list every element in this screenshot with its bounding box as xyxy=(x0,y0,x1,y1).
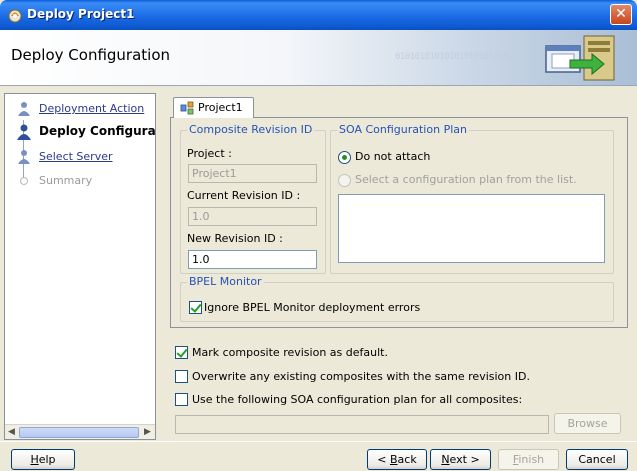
use-plan-checkbox[interactable] xyxy=(175,393,188,406)
project-label: Project : xyxy=(187,147,232,160)
wizard-steps-pane: Deployment Action Deploy Configuration S… xyxy=(4,93,156,440)
mark-default-checkbox[interactable] xyxy=(175,346,188,359)
mark-default-label[interactable]: Mark composite revision as default. xyxy=(192,346,388,359)
configuration-plan-list[interactable] xyxy=(338,194,605,263)
use-plan-label[interactable]: Use the following SOA configuration plan… xyxy=(192,393,522,406)
composite-revision-legend: Composite Revision ID xyxy=(187,123,315,136)
step-label: Deploy Configuration xyxy=(39,124,156,138)
select-plan-radio xyxy=(338,174,351,187)
person-step-icon xyxy=(18,150,30,164)
overwrite-checkbox[interactable] xyxy=(175,370,188,383)
project-field: Project1 xyxy=(188,164,317,183)
do-not-attach-radio[interactable] xyxy=(338,151,351,164)
person-step-icon xyxy=(18,102,30,116)
empty-step-icon xyxy=(20,177,28,185)
scrollbar-thumb[interactable] xyxy=(19,427,139,438)
step-label: Summary xyxy=(39,174,93,187)
page-title: Deploy Configuration xyxy=(11,46,171,64)
scroll-right-icon[interactable]: ▶ xyxy=(141,426,154,439)
close-icon: ✕ xyxy=(615,6,627,22)
ignore-bpel-errors-checkbox[interactable] xyxy=(189,301,202,314)
new-revision-field[interactable]: 1.0 xyxy=(188,250,317,269)
tab-label: Project1 xyxy=(198,101,243,114)
do-not-attach-label[interactable]: Do not attach xyxy=(355,150,430,163)
current-revision-field: 1.0 xyxy=(188,207,317,226)
soa-plan-legend: SOA Configuration Plan xyxy=(337,123,469,136)
footer-separator xyxy=(0,441,637,442)
tab-panel: Composite Revision ID Project : Project1… xyxy=(170,117,628,328)
deploy-server-icon xyxy=(545,35,615,81)
composite-project-icon xyxy=(180,101,194,115)
window-title: Deploy Project1 xyxy=(27,7,135,21)
back-button[interactable]: < Back xyxy=(367,449,427,470)
overwrite-label[interactable]: Overwrite any existing composites with t… xyxy=(192,370,530,383)
window-titlebar[interactable]: Deploy Project1 ✕ xyxy=(0,0,637,30)
step-label[interactable]: Deployment Action xyxy=(39,102,144,115)
scroll-left-icon[interactable]: ◀ xyxy=(5,426,18,439)
composite-revision-group: Composite Revision ID Project : Project1… xyxy=(180,123,326,274)
ignore-bpel-errors-label[interactable]: Ignore BPEL Monitor deployment errors xyxy=(204,301,420,314)
new-revision-label: New Revision ID : xyxy=(187,232,283,245)
window-close-button[interactable]: ✕ xyxy=(610,4,632,25)
browse-button: Browse xyxy=(554,413,621,434)
page-header: Deploy Configuration 0101010101010101010… xyxy=(0,30,637,86)
help-button[interactable]: Help xyxy=(11,449,75,470)
soa-plan-group: SOA Configuration Plan Do not attach Sel… xyxy=(330,123,614,274)
step-label[interactable]: Select Server xyxy=(39,150,113,163)
tab-project1[interactable]: Project1 xyxy=(173,97,254,118)
bpel-monitor-group: BPEL Monitor Ignore BPEL Monitor deploym… xyxy=(180,275,614,322)
select-plan-label: Select a configuration plan from the lis… xyxy=(355,173,577,186)
cancel-button[interactable]: Cancel xyxy=(566,449,628,470)
bpel-monitor-legend: BPEL Monitor xyxy=(187,275,264,288)
next-button[interactable]: Next > xyxy=(430,449,491,470)
header-binary-decoration: 01010101010101010101010 xyxy=(395,52,509,62)
finish-button: Finish xyxy=(498,449,559,470)
plan-path-field xyxy=(175,415,549,434)
current-revision-label: Current Revision ID : xyxy=(187,189,301,202)
person-step-current-icon xyxy=(17,124,31,140)
app-icon xyxy=(8,9,22,23)
steps-horizontal-scrollbar[interactable]: ◀ ▶ xyxy=(5,424,155,439)
